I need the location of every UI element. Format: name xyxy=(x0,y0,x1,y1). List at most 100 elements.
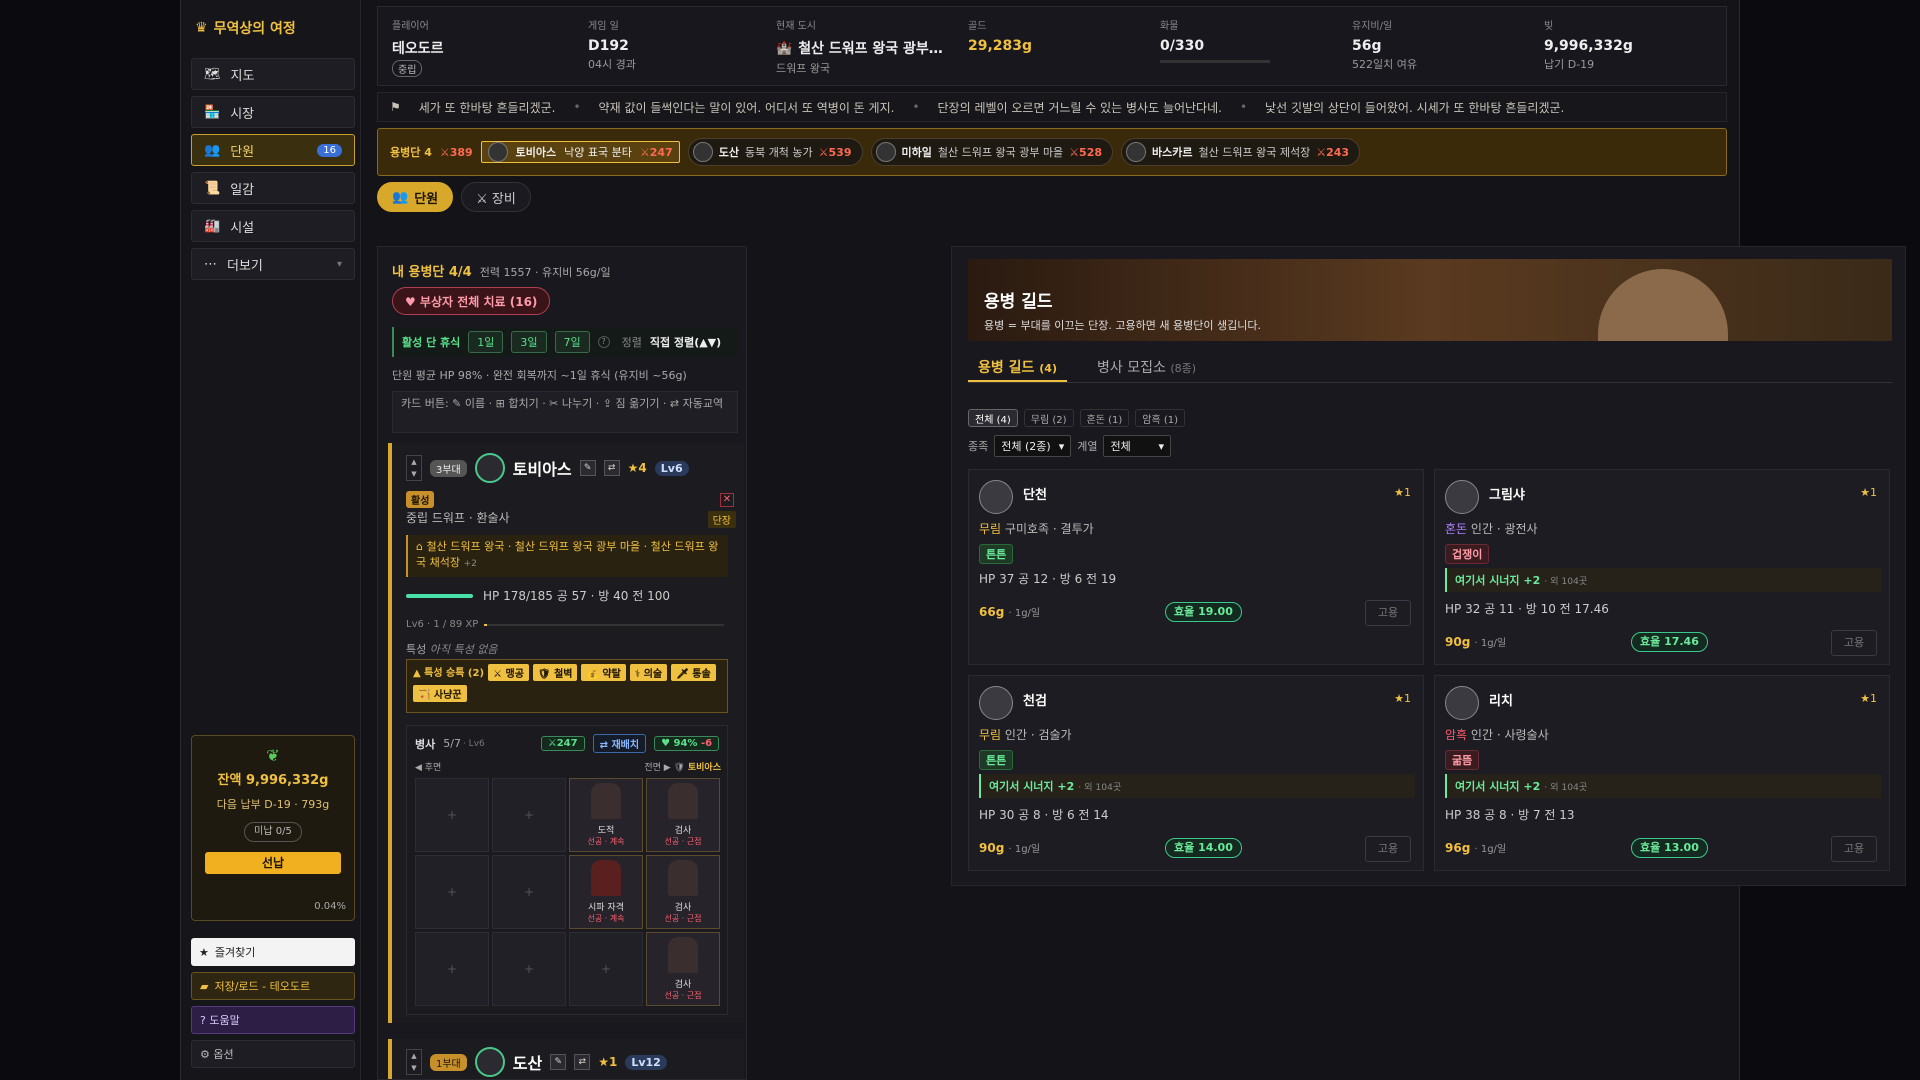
empty-slot[interactable]: + xyxy=(415,932,489,1006)
prepay-button[interactable]: 선납 xyxy=(205,852,341,874)
filter-murim[interactable]: 무림 (2) xyxy=(1023,409,1074,427)
soldier-figure xyxy=(668,937,698,973)
rename-icon[interactable]: ✎ xyxy=(550,1054,567,1070)
party-member-mikhail[interactable]: 미하일 철산 드워프 왕국 광부 마을 ⚔528 xyxy=(870,138,1114,166)
unit-star: ★1 xyxy=(598,1055,618,1069)
trait-chip[interactable]: 🛡 철벽 xyxy=(532,664,578,681)
empty-slot[interactable]: + xyxy=(569,932,643,1006)
reorder-handle[interactable]: ▲ ▼ xyxy=(406,455,422,481)
soldier-slot[interactable]: 시파 자격 선공 · 계속 xyxy=(569,855,643,929)
help-icon[interactable]: ? xyxy=(597,336,610,348)
soldier-slot[interactable]: 검사 선공 · 근접 xyxy=(646,932,720,1006)
merc-faction: 혼돈 xyxy=(1445,522,1468,536)
tab-party[interactable]: 👥 단원 xyxy=(377,182,454,212)
synergy-text: 여기서 시너지 +2 xyxy=(1455,780,1541,793)
favorites-button[interactable]: ★ 즐겨찾기 xyxy=(191,938,355,966)
rest-1day-button[interactable]: 1일 xyxy=(468,331,504,353)
synergy-text: 여기서 시너지 +2 xyxy=(989,780,1075,793)
merc-class: 인간 · 사령술사 xyxy=(1470,728,1549,742)
tab-recruit[interactable]: 병사 모집소 (8종) xyxy=(1087,351,1206,382)
empty-slot[interactable]: + xyxy=(492,778,566,852)
tab-equipment[interactable]: ⚔ 장비 xyxy=(461,182,531,212)
cargo-value: 0/330 xyxy=(1160,38,1205,54)
sidebar-item-facility[interactable]: 🏭 시설 xyxy=(191,210,355,242)
unit-trait: 특성 아직 특성 없음 xyxy=(406,641,497,657)
formation-labels: ◀ 후면 전면 ▶ 🛡 토비아스 xyxy=(415,760,721,773)
tab-mercenary-guild[interactable]: 용병 길드 (4) xyxy=(968,351,1067,382)
hire-button[interactable]: 고용 xyxy=(1831,630,1877,656)
help-button[interactable]: ? 도움말 xyxy=(191,1006,355,1034)
sidebar-item-market[interactable]: 🏪 시장 xyxy=(191,96,355,128)
soldier-panel: 병사 5/7 · Lv6 ⚔247 ⇄ 재배치 ♥ 94% -6 ◀ 후면 전면 ▶… xyxy=(406,725,728,1015)
trait-chip[interactable]: 💰 약탈 xyxy=(581,664,626,681)
roster-panel: 내 용병단 4/4 전력 1557 · 유지비 56g/일 ♥ 부상자 전체 치료… xyxy=(377,246,747,1080)
merc-star: ★1 xyxy=(1860,692,1877,705)
member-power: ⚔528 xyxy=(1069,145,1103,159)
xp-text: Lv6 · 1 / 89 XP xyxy=(406,619,479,630)
soldier-slot[interactable]: 도적 선공 · 계속 xyxy=(569,778,643,852)
main-tabs: 👥 단원 ⚔ 장비 xyxy=(377,182,531,212)
hire-button[interactable]: 고용 xyxy=(1365,600,1411,626)
close-icon[interactable]: ✕ xyxy=(720,493,734,507)
party-member-tobias[interactable]: 토비아스 낙양 표국 분타 ⚔247 xyxy=(480,141,680,163)
party-member-dosan[interactable]: 도산 동북 개척 농가 ⚔539 xyxy=(687,138,863,166)
soldier-slot[interactable]: 검사 선공 · 근접 xyxy=(646,855,720,929)
save-load-button[interactable]: ▰ 저장/로드 - 테오도르 xyxy=(191,972,355,1000)
facility-icon: 🏭 xyxy=(204,218,221,234)
unit-level: Lv6 xyxy=(654,460,689,476)
reorder-handle[interactable]: ▲ ▼ xyxy=(406,1049,422,1075)
options-button[interactable]: ⚙ 옵션 xyxy=(191,1040,355,1068)
tab-label: 단원 xyxy=(414,191,439,207)
hire-button[interactable]: 고용 xyxy=(1831,836,1877,862)
soldier-slot[interactable]: 검사 선공 · 근접 xyxy=(646,778,720,852)
filter-chaos[interactable]: 혼돈 (1) xyxy=(1079,409,1130,427)
trait-chip[interactable]: 🏹 사냥꾼 xyxy=(413,685,467,702)
empty-slot[interactable]: + xyxy=(415,855,489,929)
trait-chip[interactable]: ⚕ 의술 xyxy=(629,664,668,681)
empty-slot[interactable]: + xyxy=(492,932,566,1006)
brand-title: 무역상의 여정 xyxy=(213,21,296,37)
synergy-sub: · 외 104곳 xyxy=(1544,782,1588,793)
merc-faction: 무림 xyxy=(979,522,1002,536)
merc-synergy: 여기서 시너지 +2 · 외 104곳 xyxy=(1445,568,1881,592)
wallet-balance: 잔액 9,996,332g xyxy=(217,773,329,788)
sidebar-item-more[interactable]: ⋯ 더보기 ▾ xyxy=(191,248,355,280)
formation-grid: + + 도적 선공 · 계속 검사 선공 · 근접 + + 시파 자격 선공 · 계속… xyxy=(415,778,720,1006)
rest-7day-button[interactable]: 7일 xyxy=(554,331,590,353)
sidebar-item-label: 일감 xyxy=(230,182,255,198)
filter-all[interactable]: 전체 (4) xyxy=(968,409,1018,427)
redeploy-button[interactable]: ⇄ 재배치 xyxy=(592,734,647,753)
filter-dark[interactable]: 암흑 (1) xyxy=(1135,409,1185,427)
rest-3day-button[interactable]: 3일 xyxy=(511,331,547,353)
sidebar-item-party[interactable]: 👥 단원 16 xyxy=(191,134,355,166)
sidebar-nav: 🗺 지도 🏪 시장 👥 단원 16 📜 일감 🏭 시설 ⋯ 더보기 ▾ xyxy=(191,58,355,286)
race-select[interactable]: 전체 (2종) ▾ xyxy=(994,435,1072,457)
rename-icon[interactable]: ✎ xyxy=(579,460,596,476)
sort-select[interactable]: 직접 정렬(▲▼) xyxy=(650,334,721,350)
class-select[interactable]: 전체 ▾ xyxy=(1103,435,1172,457)
trait-chip[interactable]: 🗡 통솔 xyxy=(671,664,716,681)
trade-icon[interactable]: ⇄ xyxy=(603,460,620,476)
trade-icon[interactable]: ⇄ xyxy=(574,1054,591,1070)
origin-more: +2 xyxy=(463,558,477,569)
mercenary-card: 천검 ★1 무림 인간 · 검술가 튼튼 여기서 시너지 +2 · 외 104곳 … xyxy=(968,675,1424,871)
party-member-baskar[interactable]: 바스카르 철산 드워프 왕국 제석장 ⚔243 xyxy=(1121,138,1361,166)
sidebar-item-jobs[interactable]: 📜 일감 xyxy=(191,172,355,204)
house-icon: ⌂ xyxy=(416,540,427,553)
sidebar-item-map[interactable]: 🗺 지도 xyxy=(191,58,355,90)
empty-slot[interactable]: + xyxy=(415,778,489,852)
heal-all-button[interactable]: ♥ 부상자 전체 치료 (16) xyxy=(392,287,551,315)
unit-race: 중립 드워프 · 환술사 xyxy=(406,511,510,525)
unit-name: 도산 xyxy=(512,1054,543,1073)
trait-chip[interactable]: ⚔ 맹공 xyxy=(488,664,529,681)
debt-sub: 납기 D-19 xyxy=(1544,58,1595,71)
status-bar: 플레이어 테오도르 중립 게임 일 D192 04시 경과 현재 도시 🏰 철산 … xyxy=(377,6,1727,86)
hire-button[interactable]: 고용 xyxy=(1365,836,1411,862)
merc-cost: 90g · 1g/일 xyxy=(979,840,1040,855)
stat-player: 플레이어 테오도르 중립 xyxy=(392,17,444,77)
stat-gold: 골드 29,283g xyxy=(968,17,1032,54)
soldier-role: 검사 xyxy=(674,980,692,990)
empty-slot[interactable]: + xyxy=(492,855,566,929)
merc-efficiency: 효율 14.00 xyxy=(1165,838,1242,858)
soldier-attr: 선공 · 근접 xyxy=(664,991,702,1000)
